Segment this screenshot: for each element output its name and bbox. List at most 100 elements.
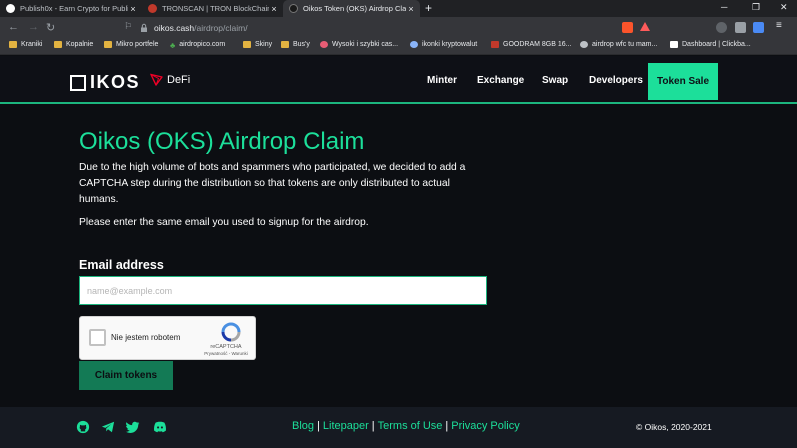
tab-close-icon[interactable]: × <box>128 4 138 14</box>
bookmark-label: Kraniki <box>21 41 43 48</box>
recaptcha-terms-link[interactable]: Prywatność - Warunki <box>198 351 254 356</box>
bookmark-item[interactable]: Mikro portfele <box>104 41 158 48</box>
recaptcha-logo-icon <box>221 322 241 342</box>
bookmark-item[interactable]: Skiny <box>243 41 272 48</box>
bookmark-item[interactable]: Kraniki <box>9 41 42 48</box>
globe-icon <box>580 41 588 48</box>
defi-label: DeFi <box>167 73 191 86</box>
footer-link-blog[interactable]: Blog <box>292 420 314 432</box>
bookmark-item[interactable]: Dashboard | Clickba... <box>670 41 751 48</box>
bookmark-item[interactable]: airdrop wfc tu mam... <box>580 41 657 48</box>
copyright-text: © Oikos, 2020-2021 <box>636 422 712 432</box>
url-path: /airdrop/claim/ <box>194 23 248 33</box>
palm-icon: ♣ <box>170 41 176 50</box>
defi-badge: DeFi <box>150 73 190 86</box>
bookmark-label: Skiny <box>255 41 273 48</box>
globe-icon <box>320 41 328 48</box>
nav-link-minter[interactable]: Minter <box>427 75 457 86</box>
link-separator: | <box>317 420 320 432</box>
email-label: Email address <box>79 258 164 272</box>
twitter-icon[interactable] <box>126 420 140 434</box>
footer-link-terms[interactable]: Terms of Use <box>378 420 443 432</box>
extension-icon[interactable] <box>716 22 727 33</box>
folder-icon <box>9 41 17 48</box>
publish0x-favicon-icon <box>6 4 15 13</box>
browser-tab-active[interactable]: Oikos Token (OKS) Airdrop Claim × <box>283 0 420 17</box>
nav-link-developers[interactable]: Developers <box>589 75 643 86</box>
address-bar[interactable]: oikos.cash /airdrop/claim/ <box>139 20 609 36</box>
footer-link-privacy[interactable]: Privacy Policy <box>451 420 519 432</box>
instruction-text: Please enter the same email you used to … <box>79 217 369 228</box>
footer-links: Blog | Litepaper | Terms of Use | Privacy Poli… <box>292 420 520 432</box>
bookmark-label: Kopalnie <box>66 41 94 48</box>
minimize-icon[interactable]: ─ <box>721 2 727 12</box>
link-separator: | <box>371 420 375 432</box>
globe-icon <box>410 41 418 48</box>
bookmark-label: Bus'y <box>293 41 310 48</box>
page-title: Oikos (OKS) Airdrop Claim <box>79 128 365 155</box>
browser-toolbar: ← → ↻ ⚐ oikos.cash /airdrop/claim/ ≡ <box>0 17 797 39</box>
footer-link-litepaper[interactable]: Litepaper <box>323 420 369 432</box>
bookmark-item[interactable]: GOODRAM 8GB 16... <box>491 41 571 48</box>
bookmark-label: Dashboard | Clickba... <box>682 41 751 48</box>
translate-extension-icon[interactable] <box>753 22 764 33</box>
bookmark-item[interactable]: Bus'y <box>281 41 310 48</box>
url-host: oikos.cash <box>154 23 195 33</box>
browser-tab-strip: Publish0x - Earn Crypto for Publish × TR… <box>0 0 797 17</box>
globe-icon <box>491 41 499 48</box>
folder-icon <box>54 41 62 48</box>
oikos-favicon-icon <box>289 4 298 13</box>
email-field[interactable] <box>79 276 487 305</box>
bookmark-item[interactable]: Kopalnie <box>54 41 93 48</box>
intro-paragraph: Due to the high volume of bots and spamm… <box>79 162 466 205</box>
link-separator: | <box>445 420 449 432</box>
bookmark-label: ikonki kryptowalut <box>422 41 478 48</box>
folder-icon <box>281 41 289 48</box>
bookmark-page-icon[interactable]: ⚐ <box>124 21 132 32</box>
forward-icon[interactable]: → <box>28 21 39 33</box>
logo-o-square-icon <box>70 74 86 91</box>
brave-rewards-icon[interactable] <box>640 22 650 31</box>
discord-icon[interactable] <box>153 420 167 434</box>
claim-tokens-button[interactable]: Claim tokens <box>79 361 173 390</box>
bookmark-item[interactable]: ikonki kryptowalut <box>410 41 477 48</box>
folder-icon <box>104 41 112 48</box>
restore-icon[interactable]: ❐ <box>752 2 760 13</box>
back-icon[interactable]: ← <box>8 21 19 33</box>
bookmark-item[interactable]: Wysoki i szybki cas... <box>320 41 398 48</box>
bookmark-label: GOODRAM 8GB 16... <box>503 41 572 48</box>
oikos-logo[interactable]: IKOS <box>70 72 140 93</box>
tronscan-favicon-icon <box>148 4 157 13</box>
token-sale-button[interactable]: Token Sale <box>648 63 718 100</box>
extension-icon[interactable] <box>735 22 746 33</box>
recaptcha-brand: reCAPTCHA <box>210 344 242 350</box>
recaptcha-widget: Nie jestem robotem reCAPTCHA Prywatność … <box>79 316 256 360</box>
nav-link-exchange[interactable]: Exchange <box>477 75 524 86</box>
reload-icon[interactable]: ↻ <box>46 21 55 34</box>
recaptcha-checkbox[interactable] <box>89 329 106 346</box>
telegram-icon[interactable] <box>101 420 115 434</box>
bookmark-label: airdropico.com <box>179 41 226 48</box>
bookmark-label: airdrop wfc tu mam... <box>592 41 658 48</box>
browser-menu-icon[interactable]: ≡ <box>776 20 787 31</box>
github-icon[interactable] <box>76 420 90 434</box>
tab-title: Oikos Token (OKS) Airdrop Claim <box>303 4 406 13</box>
globe-icon <box>670 41 678 48</box>
tab-close-icon[interactable]: × <box>269 4 279 14</box>
bookmark-label: Wysoki i szybki cas... <box>332 41 399 48</box>
bookmarks-bar: Kraniki Kopalnie Mikro portfele ♣ airdrop… <box>0 39 797 55</box>
logo-text: IKOS <box>90 72 141 92</box>
new-tab-button[interactable]: + <box>425 1 432 15</box>
browser-tab[interactable]: Publish0x - Earn Crypto for Publish × <box>0 0 142 17</box>
nav-link-swap[interactable]: Swap <box>542 75 568 86</box>
folder-icon <box>243 41 251 48</box>
claim-section: Oikos (OKS) Airdrop Claim Due to the hig… <box>0 106 797 407</box>
window-close-icon[interactable]: ✕ <box>780 2 788 13</box>
tab-close-icon[interactable]: × <box>406 4 416 14</box>
lock-icon <box>141 23 147 32</box>
tab-title: Publish0x - Earn Crypto for Publish <box>20 4 128 13</box>
brave-shield-icon[interactable] <box>622 22 633 33</box>
recaptcha-label: Nie jestem robotem <box>111 333 181 342</box>
bookmark-item[interactable]: ♣ airdropico.com <box>170 41 226 50</box>
browser-tab[interactable]: TRONSCAN | TRON BlockChain Ex × <box>142 0 283 17</box>
